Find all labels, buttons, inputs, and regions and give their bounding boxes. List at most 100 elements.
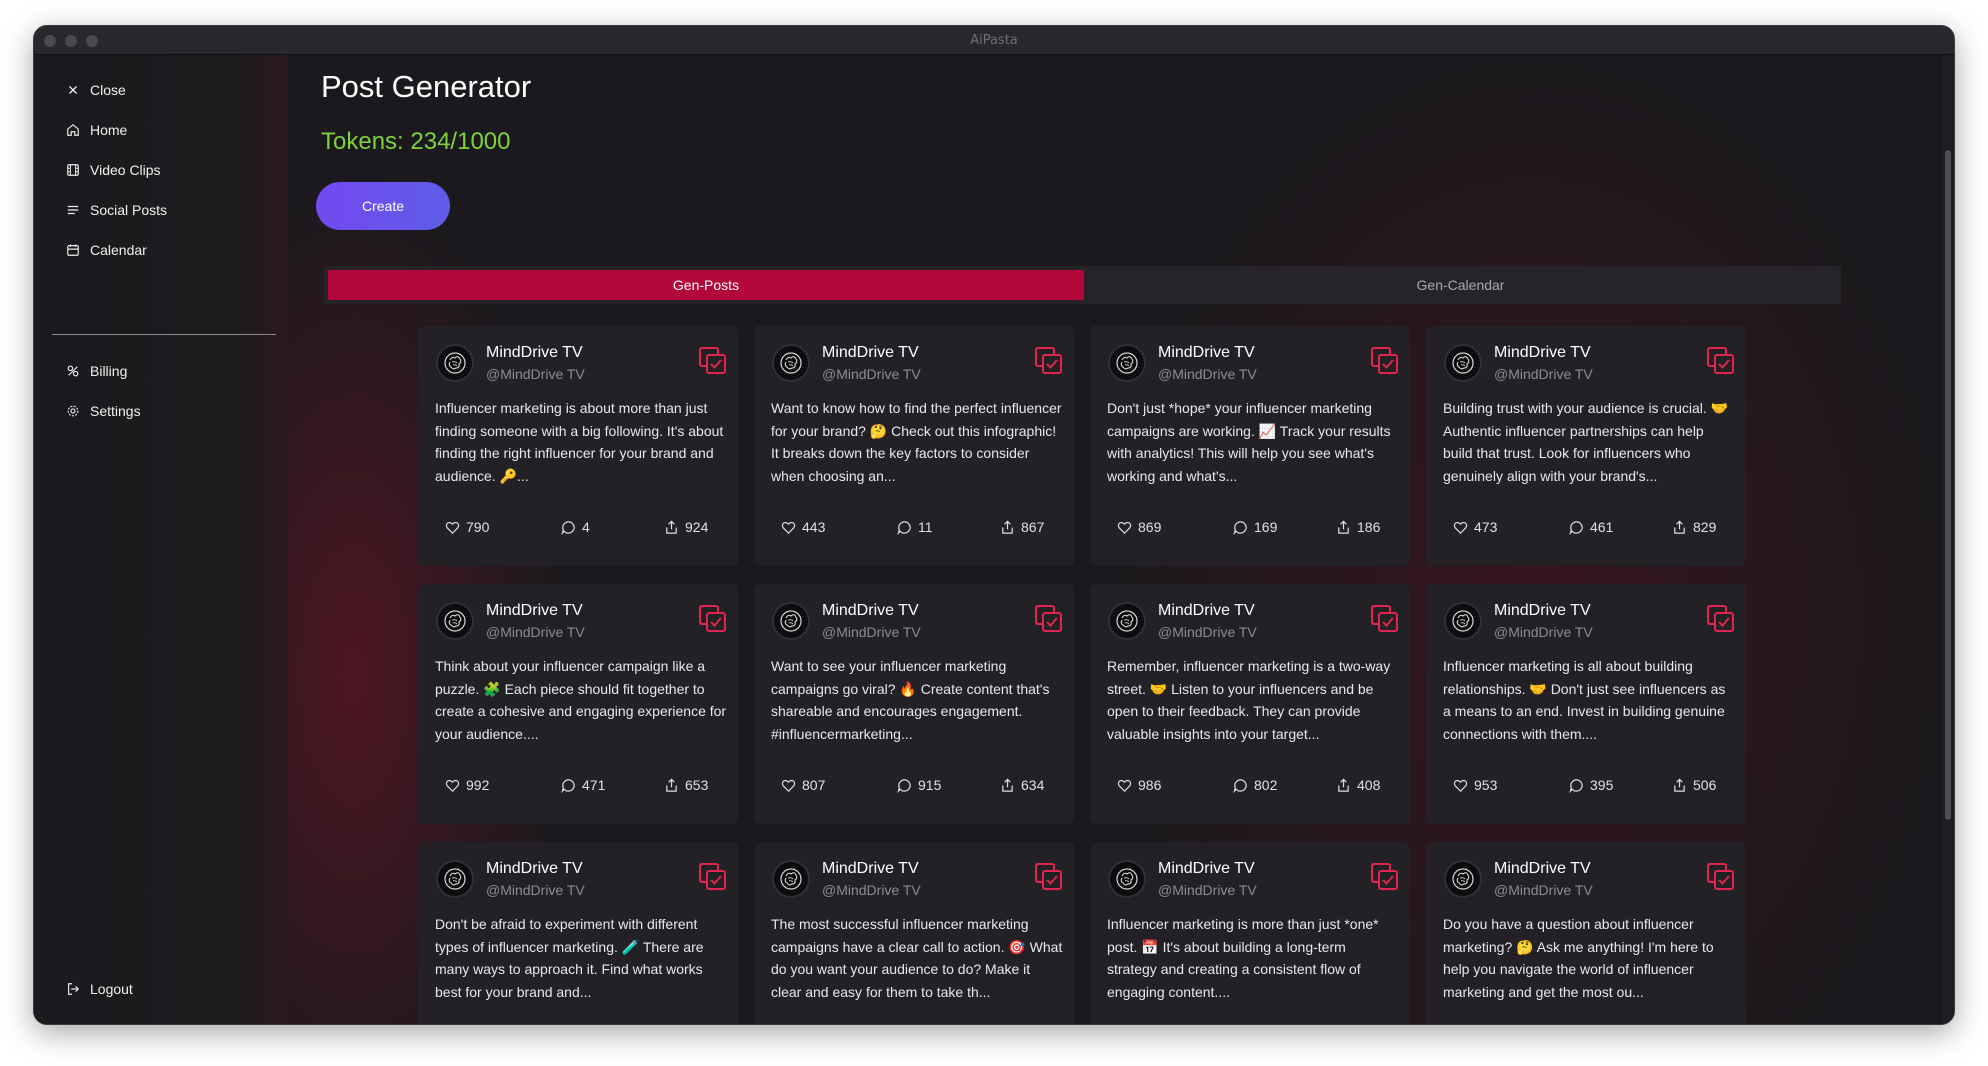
post-card[interactable]: MindDrive TV @MindDrive TV Don't be afra… bbox=[418, 842, 738, 1024]
brain-logo-icon bbox=[1116, 868, 1138, 890]
post-author-name: MindDrive TV bbox=[1494, 344, 1591, 361]
copy-icon[interactable] bbox=[1034, 604, 1064, 634]
copy-icon[interactable] bbox=[1706, 604, 1736, 634]
copy-icon[interactable] bbox=[698, 862, 728, 892]
post-text: Remember, influencer marketing is a two-… bbox=[1107, 658, 1391, 742]
post-card[interactable]: MindDrive TV @MindDrive TV Think about y… bbox=[418, 584, 738, 824]
avatar bbox=[772, 344, 810, 382]
post-author-name: MindDrive TV bbox=[1158, 602, 1255, 619]
post-author-handle: @MindDrive TV bbox=[822, 366, 921, 382]
avatar bbox=[772, 602, 810, 640]
comments-stat[interactable]: 461 bbox=[1569, 519, 1613, 535]
post-author-name: MindDrive TV bbox=[822, 344, 919, 361]
shares-stat[interactable]: 867 bbox=[1000, 519, 1044, 535]
brain-logo-icon bbox=[444, 352, 466, 374]
likes-stat[interactable]: 790 bbox=[445, 519, 489, 535]
comments-count: 461 bbox=[1590, 519, 1614, 535]
copy-icon[interactable] bbox=[698, 346, 728, 376]
post-card[interactable]: MindDrive TV @MindDrive TV Influencer ma… bbox=[418, 326, 738, 566]
likes-stat[interactable]: 473 bbox=[1453, 519, 1497, 535]
shares-stat[interactable]: 186 bbox=[1336, 519, 1380, 535]
post-author-handle: @MindDrive TV bbox=[1158, 882, 1257, 898]
likes-count: 790 bbox=[466, 519, 490, 535]
post-card[interactable]: MindDrive TV @MindDrive TV Building trus… bbox=[1426, 326, 1746, 566]
shares-stat[interactable]: 924 bbox=[664, 519, 708, 535]
post-card[interactable]: MindDrive TV @MindDrive TV Do you have a… bbox=[1426, 842, 1746, 1024]
likes-count: 473 bbox=[1474, 519, 1498, 535]
brain-logo-icon bbox=[1116, 352, 1138, 374]
comments-stat[interactable]: 11 bbox=[897, 519, 933, 535]
sidebar-item-label: Home bbox=[90, 122, 128, 138]
copy-icon[interactable] bbox=[1370, 862, 1400, 892]
post-author-handle: @MindDrive TV bbox=[1494, 366, 1593, 382]
post-text: Don't just *hope* your influencer market… bbox=[1107, 400, 1391, 484]
comment-icon bbox=[897, 520, 911, 535]
shares-stat[interactable]: 653 bbox=[664, 777, 708, 793]
copy-icon[interactable] bbox=[1370, 346, 1400, 376]
likes-stat[interactable]: 953 bbox=[1453, 777, 1497, 793]
shares-stat[interactable]: 634 bbox=[1000, 777, 1044, 793]
copy-icon[interactable] bbox=[1706, 862, 1736, 892]
post-card[interactable]: MindDrive TV @MindDrive TV The most succ… bbox=[754, 842, 1074, 1024]
comments-stat[interactable]: 915 bbox=[897, 777, 941, 793]
post-card[interactable]: MindDrive TV @MindDrive TV Remember, inf… bbox=[1090, 584, 1410, 824]
likes-stat[interactable]: 992 bbox=[445, 777, 489, 793]
copy-icon[interactable] bbox=[698, 604, 728, 634]
heart-icon bbox=[445, 521, 460, 534]
comments-count: 4 bbox=[582, 519, 590, 535]
comments-stat[interactable]: 395 bbox=[1569, 777, 1613, 793]
sidebar-item-calendar[interactable]: Calendar bbox=[66, 242, 147, 258]
sidebar-item-home[interactable]: Home bbox=[66, 122, 127, 138]
comment-icon bbox=[1233, 778, 1247, 793]
post-card[interactable]: MindDrive TV @MindDrive TV Influencer ma… bbox=[1426, 584, 1746, 824]
heart-icon bbox=[1117, 779, 1132, 792]
likes-count: 953 bbox=[1474, 777, 1498, 793]
share-icon bbox=[666, 520, 677, 534]
shares-stat[interactable]: 829 bbox=[1672, 519, 1716, 535]
sidebar-item-video-clips[interactable]: Video Clips bbox=[66, 162, 161, 178]
copy-icon[interactable] bbox=[1034, 346, 1064, 376]
post-card[interactable]: MindDrive TV @MindDrive TV Want to know … bbox=[754, 326, 1074, 566]
close-window-button[interactable] bbox=[44, 35, 56, 47]
window-controls bbox=[44, 35, 98, 47]
post-text: Want to see your influencer marketing ca… bbox=[771, 658, 1050, 742]
sidebar-item-close[interactable]: Close bbox=[66, 82, 126, 98]
likes-stat[interactable]: 869 bbox=[1117, 519, 1161, 535]
sidebar-item-billing[interactable]: Billing bbox=[66, 363, 127, 379]
heart-icon bbox=[1117, 521, 1132, 534]
post-card[interactable]: MindDrive TV @MindDrive TV Influencer ma… bbox=[1090, 842, 1410, 1024]
logout-button[interactable]: Logout bbox=[66, 981, 133, 997]
comments-stat[interactable]: 802 bbox=[1233, 777, 1277, 793]
copy-icon[interactable] bbox=[1706, 346, 1736, 376]
likes-stat[interactable]: 986 bbox=[1117, 777, 1161, 793]
post-author-handle: @MindDrive TV bbox=[486, 882, 585, 898]
scrollbar-track[interactable] bbox=[1942, 55, 1954, 1024]
zoom-window-button[interactable] bbox=[86, 35, 98, 47]
tab-gen-calendar[interactable]: Gen-Calendar bbox=[1084, 270, 1837, 300]
create-button[interactable]: Create bbox=[316, 182, 450, 230]
window-title: AiPasta bbox=[970, 32, 1018, 48]
copy-icon[interactable] bbox=[1370, 604, 1400, 634]
minimize-window-button[interactable] bbox=[65, 35, 77, 47]
comments-stat[interactable]: 471 bbox=[561, 777, 605, 793]
comments-stat[interactable]: 169 bbox=[1233, 519, 1277, 535]
sidebar-item-label: Calendar bbox=[90, 242, 147, 258]
comment-icon bbox=[1569, 520, 1583, 535]
logout-icon bbox=[68, 983, 80, 995]
scrollbar-thumb[interactable] bbox=[1945, 150, 1951, 820]
sidebar-item-social-posts[interactable]: Social Posts bbox=[66, 202, 167, 218]
post-card[interactable]: MindDrive TV @MindDrive TV Don't just *h… bbox=[1090, 326, 1410, 566]
heart-icon bbox=[1453, 521, 1468, 534]
likes-stat[interactable]: 807 bbox=[781, 777, 825, 793]
copy-icon[interactable] bbox=[1034, 862, 1064, 892]
sidebar-item-settings[interactable]: Settings bbox=[66, 403, 141, 419]
tab-gen-posts[interactable]: Gen-Posts bbox=[328, 270, 1084, 300]
shares-stat[interactable]: 408 bbox=[1336, 777, 1380, 793]
post-author-name: MindDrive TV bbox=[486, 860, 583, 877]
post-card[interactable]: MindDrive TV @MindDrive TV Want to see y… bbox=[754, 584, 1074, 824]
shares-stat[interactable]: 506 bbox=[1672, 777, 1716, 793]
likes-stat[interactable]: 443 bbox=[781, 519, 825, 535]
share-icon bbox=[1674, 520, 1685, 534]
post-author-name: MindDrive TV bbox=[486, 602, 583, 619]
comments-stat[interactable]: 4 bbox=[561, 519, 590, 535]
